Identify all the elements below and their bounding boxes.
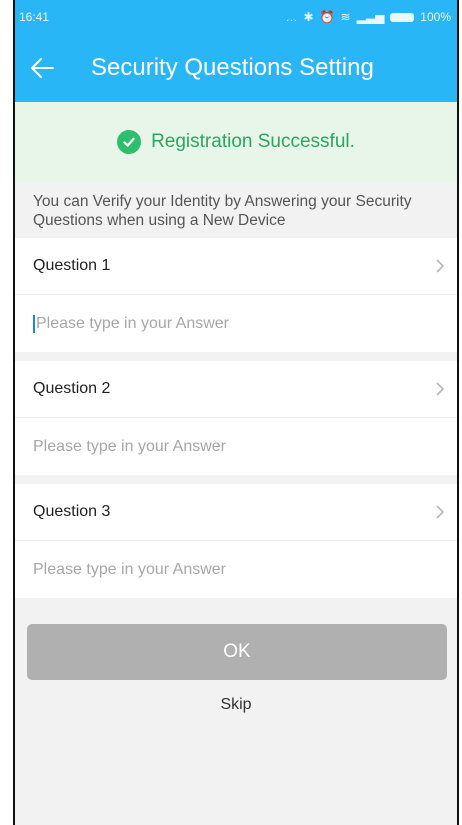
- question-block-2: Question 2: [15, 361, 457, 475]
- ok-button[interactable]: OK: [27, 624, 447, 680]
- answer-row-3: [15, 541, 457, 598]
- chevron-right-icon: [435, 258, 445, 274]
- status-icons: … ✱ ⏰ ≋ ▂▃▅ 100%: [286, 10, 451, 24]
- back-button[interactable]: [15, 34, 69, 102]
- section-gap: [15, 475, 457, 484]
- back-arrow-icon: [31, 58, 54, 78]
- answer-row-2: [15, 418, 457, 475]
- question-block-1: Question 1: [15, 238, 457, 352]
- phone-screen: 16:41 … ✱ ⏰ ≋ ▂▃▅ 100% Security Question…: [13, 0, 459, 825]
- info-line-1: You can Verify your Identity by Answerin…: [33, 193, 412, 210]
- question-label: Question 3: [33, 503, 111, 520]
- check-circle-icon: [117, 130, 142, 154]
- more-icon: …: [285, 10, 298, 24]
- answer-input-2[interactable]: [33, 437, 439, 456]
- success-banner: Registration Successful.: [15, 102, 457, 182]
- question-label: Question 1: [33, 257, 111, 274]
- question-label: Question 2: [33, 380, 111, 397]
- status-time: 16:41: [19, 10, 50, 24]
- question-selector-3[interactable]: Question 3: [15, 484, 457, 541]
- status-bar: 16:41 … ✱ ⏰ ≋ ▂▃▅ 100%: [15, 0, 457, 34]
- battery-text: 100%: [420, 10, 451, 24]
- info-line-2: Questions when using a New Device: [33, 212, 286, 229]
- question-block-3: Question 3: [15, 484, 457, 598]
- answer-input-3[interactable]: [33, 560, 439, 579]
- signal-icon: ▂▃▅: [356, 10, 385, 24]
- info-text: You can Verify your Identity by Answerin…: [15, 182, 457, 238]
- alarm-icon: ⏰: [319, 10, 335, 24]
- chevron-right-icon: [435, 381, 445, 397]
- bluetooth-icon: ✱: [303, 10, 314, 24]
- answer-row-1: [15, 295, 457, 352]
- success-message: Registration Successful.: [151, 131, 355, 152]
- section-gap: [15, 352, 457, 361]
- question-selector-2[interactable]: Question 2: [15, 361, 457, 418]
- app-bar: Security Questions Setting: [15, 34, 457, 102]
- page-title: Security Questions Setting: [91, 54, 374, 81]
- chevron-right-icon: [435, 504, 445, 520]
- skip-link[interactable]: Skip: [15, 696, 457, 714]
- battery-icon: [390, 12, 415, 22]
- wifi-icon: ≋: [340, 10, 351, 24]
- answer-input-1[interactable]: [33, 314, 439, 333]
- question-selector-1[interactable]: Question 1: [15, 238, 457, 295]
